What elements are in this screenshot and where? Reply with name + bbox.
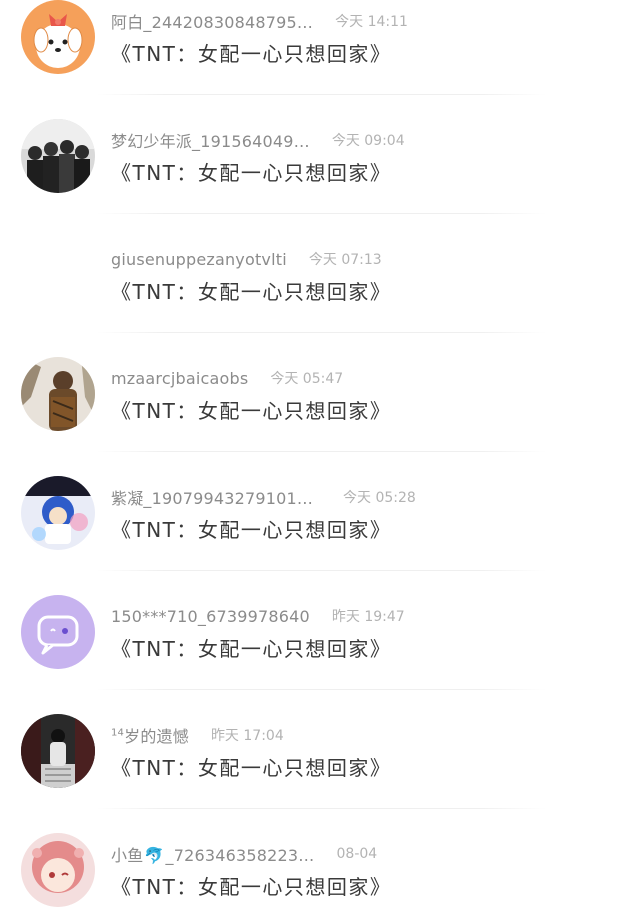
comment-text: 《TNT：女配一心只想回家》 [111, 161, 392, 185]
username[interactable]: mzaarcjbaicaobs [111, 369, 248, 388]
username[interactable]: 紫凝_19079943279101120 [111, 485, 321, 509]
comment-text: 《TNT：女配一心只想回家》 [111, 280, 392, 304]
username[interactable]: 14岁的遗憾 [111, 723, 189, 747]
timestamp: 今天 05:47 [270, 371, 344, 387]
street-photo-avatar[interactable] [21, 714, 95, 788]
list-item[interactable]: 梦幻少年派_191564049… 今天 09:04 《TNT：女配一心只想回家》 [0, 119, 640, 238]
blank-avatar[interactable] [21, 238, 95, 312]
outdoor-photo-avatar[interactable] [21, 357, 95, 431]
anime-avatar[interactable] [21, 476, 95, 550]
comment-text: 《TNT：女配一心只想回家》 [111, 637, 392, 661]
list-item[interactable]: 阿白_24420830848795… 今天 14:11 《TNT：女配一心只想回… [0, 0, 640, 119]
timestamp: 今天 14:11 [335, 14, 408, 30]
comment-text: 《TNT：女配一心只想回家》 [111, 756, 392, 780]
anime-girl-avatar[interactable] [21, 833, 95, 907]
comment-meta: 梦幻少年派_191564049… 今天 09:04 [111, 127, 405, 153]
list-item[interactable]: giusenuppezanyotvlti 今天 07:13 《TNT：女配一心只… [0, 238, 640, 357]
username[interactable]: 梦幻少年派_191564049… [111, 128, 310, 152]
chat-bubble-avatar-icon[interactable] [21, 595, 95, 669]
comment-meta: 紫凝_19079943279101120 今天 05:28 [111, 484, 416, 510]
username[interactable]: giusenuppezanyotvlti [111, 250, 287, 269]
divider [96, 213, 546, 214]
comment-meta: 150***710_6739978640 昨天 19:47 [111, 603, 405, 629]
timestamp: 今天 07:13 [308, 252, 382, 268]
comment-meta: mzaarcjbaicaobs 今天 05:47 [111, 365, 343, 391]
dolphin-icon: 🐬 [144, 846, 165, 865]
comment-text: 《TNT：女配一心只想回家》 [111, 42, 392, 66]
timestamp: 今天 05:28 [343, 490, 416, 506]
username[interactable]: 阿白_24420830848795… [111, 9, 313, 33]
divider [96, 808, 546, 809]
timestamp: 今天 09:04 [331, 133, 405, 149]
comment-text: 《TNT：女配一心只想回家》 [111, 399, 392, 423]
list-item[interactable]: 14岁的遗憾 昨天 17:04 《TNT：女配一心只想回家》 [0, 714, 640, 833]
timestamp: 昨天 19:47 [331, 609, 405, 625]
divider [96, 94, 546, 95]
comment-text: 《TNT：女配一心只想回家》 [111, 875, 392, 899]
list-item[interactable]: 小鱼🐬_726346358223… 08-04 《TNT：女配一心只想回家》 [0, 833, 640, 908]
username-suffix: _726346358223… [165, 846, 315, 865]
username[interactable]: 小鱼🐬_726346358223… [111, 842, 315, 866]
username-main: 岁的遗憾 [124, 727, 189, 746]
list-item[interactable]: 150***710_6739978640 昨天 19:47 《TNT：女配一心只… [0, 595, 640, 714]
group-photo-avatar[interactable] [21, 119, 95, 193]
dog-avatar-icon[interactable] [21, 0, 95, 74]
username[interactable]: 150***710_6739978640 [111, 607, 310, 626]
divider [96, 570, 546, 571]
list-item[interactable]: 紫凝_19079943279101120 今天 05:28 《TNT：女配一心只… [0, 476, 640, 595]
comment-meta: 阿白_24420830848795… 今天 14:11 [111, 8, 408, 34]
comment-meta: giusenuppezanyotvlti 今天 07:13 [111, 246, 382, 272]
timestamp: 08-04 [336, 846, 378, 862]
divider [96, 689, 546, 690]
timestamp: 昨天 17:04 [210, 728, 284, 744]
list-item[interactable]: mzaarcjbaicaobs 今天 05:47 《TNT：女配一心只想回家》 [0, 357, 640, 476]
comment-meta: 14岁的遗憾 昨天 17:04 [111, 722, 284, 748]
divider [96, 332, 546, 333]
comment-list: 阿白_24420830848795… 今天 14:11 《TNT：女配一心只想回… [0, 0, 640, 908]
comment-meta: 小鱼🐬_726346358223… 08-04 [111, 841, 377, 867]
username-main: 小鱼 [111, 846, 144, 865]
divider [96, 451, 546, 452]
username-prefix: 14 [111, 727, 125, 739]
comment-text: 《TNT：女配一心只想回家》 [111, 518, 392, 542]
